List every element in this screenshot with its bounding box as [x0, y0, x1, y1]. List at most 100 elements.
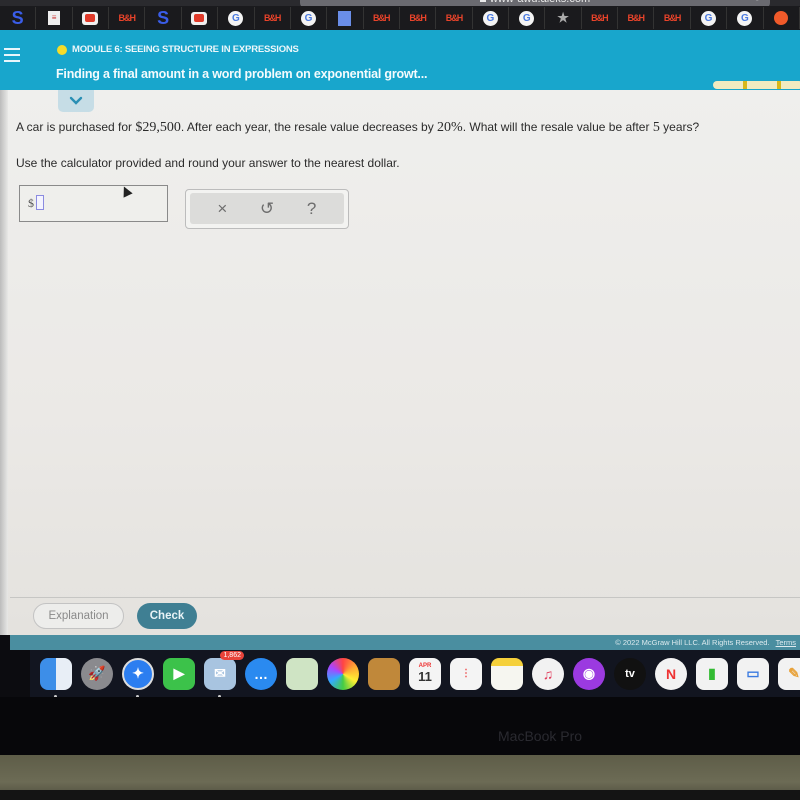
- instruction-text: Use the calculator provided and round yo…: [16, 156, 400, 170]
- bookmark-bh[interactable]: B&H: [109, 7, 146, 29]
- tv-icon: tv: [614, 657, 646, 690]
- bookmark-google[interactable]: G: [691, 7, 728, 29]
- bookmark-google[interactable]: G: [218, 7, 255, 29]
- help-button[interactable]: ?: [297, 195, 327, 223]
- google-icon: G: [301, 10, 317, 26]
- bookmark-youtube[interactable]: [182, 7, 219, 29]
- module-status-dot: [57, 44, 67, 55]
- google-icon: G: [737, 10, 753, 26]
- url-text: www-awu.aleks.com: [490, 0, 590, 5]
- dock-photos[interactable]: [325, 656, 361, 692]
- question-text: A car is purchased for $29,500. After ea…: [16, 120, 700, 135]
- dock-maps[interactable]: [284, 656, 320, 692]
- bh-icon: B&H: [663, 13, 681, 23]
- mail-app-icon: ✉: [204, 657, 236, 690]
- contacts-icon: [368, 657, 400, 690]
- copyright-text: © 2022 McGraw Hill LLC. All Rights Reser…: [615, 638, 770, 647]
- mail-badge: 1,862: [220, 650, 244, 660]
- laptop-edge: [0, 790, 800, 800]
- wm-icon: [338, 10, 352, 26]
- module-line: MODULE 6: SEEING STRUCTURE IN EXPRESSION…: [57, 44, 299, 55]
- check-button[interactable]: Check: [137, 603, 197, 629]
- dock-keynote[interactable]: ▭: [735, 656, 771, 692]
- bookmark-mail[interactable]: ≡: [36, 7, 73, 29]
- answer-entry-field[interactable]: [36, 195, 44, 210]
- dock-music[interactable]: ♫: [530, 656, 566, 692]
- dock-tv[interactable]: tv: [612, 656, 648, 692]
- explanation-button[interactable]: Explanation: [33, 603, 124, 629]
- reminders-icon: ⋮: [450, 657, 482, 690]
- bookmark-google[interactable]: G: [291, 7, 328, 29]
- bookmark-bh[interactable]: B&H: [654, 7, 691, 29]
- undo-button[interactable]: ↺: [252, 195, 282, 223]
- bookmark-youtube[interactable]: [73, 7, 110, 29]
- photos-icon: [327, 657, 359, 690]
- bookmark-s[interactable]: S: [0, 7, 37, 29]
- bookmarks-bar: S ≡ B&H S G B&H G B&H B&H B&H G G ★ B&H …: [0, 6, 800, 30]
- finder-icon: [40, 657, 72, 690]
- bookmark-bh[interactable]: B&H: [436, 7, 473, 29]
- google-icon: G: [519, 10, 535, 26]
- bookmark-google[interactable]: G: [509, 7, 546, 29]
- answer-input[interactable]: $: [19, 185, 168, 222]
- dock-calendar[interactable]: APR 11: [407, 656, 443, 692]
- bookmark-google[interactable]: G: [727, 7, 764, 29]
- dock-safari[interactable]: ✦: [120, 656, 156, 698]
- bookmark-reddit[interactable]: [764, 7, 800, 29]
- pages-icon: ✎: [778, 657, 800, 690]
- youtube-icon: [82, 11, 99, 25]
- google-icon: G: [228, 10, 244, 26]
- divider: [10, 597, 800, 598]
- dock-pages[interactable]: ✎: [776, 656, 800, 692]
- aleks-header: MODULE 6: SEEING STRUCTURE IN EXPRESSION…: [0, 30, 800, 90]
- bookmark-google[interactable]: G: [473, 7, 510, 29]
- dock-messages[interactable]: …: [243, 656, 279, 692]
- google-icon: G: [482, 10, 498, 26]
- menu-icon[interactable]: [4, 48, 20, 62]
- dock-mail[interactable]: ✉ 1,862: [202, 650, 244, 698]
- bookmark-bh[interactable]: B&H: [400, 7, 437, 29]
- bookmark-bh[interactable]: B&H: [255, 7, 291, 29]
- s-icon: S: [11, 7, 24, 28]
- podcasts-icon: ◉: [573, 657, 605, 690]
- collapse-toggle[interactable]: [58, 90, 94, 112]
- messages-icon: …: [245, 657, 277, 690]
- dock-facetime[interactable]: ▶: [161, 656, 197, 692]
- footer: © 2022 McGraw Hill LLC. All Rights Reser…: [10, 635, 800, 650]
- laptop-bezel: [0, 697, 800, 755]
- bookmark-bh[interactable]: B&H: [364, 7, 400, 29]
- mail-icon: ≡: [48, 11, 61, 25]
- dock-launchpad[interactable]: 🚀: [79, 656, 115, 692]
- bh-icon: B&H: [118, 13, 136, 23]
- dock-reminders[interactable]: ⋮: [448, 656, 484, 692]
- dock-contacts[interactable]: [366, 656, 402, 692]
- dock-numbers[interactable]: ▮: [694, 656, 730, 692]
- bookmark-star[interactable]: ★: [545, 7, 582, 29]
- notes-icon: [491, 657, 523, 690]
- answer-tools: × ↺ ?: [185, 189, 349, 229]
- bh-icon: B&H: [409, 13, 426, 23]
- progress-marker: [777, 81, 781, 89]
- decrease-rate: 20%: [437, 120, 463, 135]
- lock-icon: [479, 0, 486, 3]
- bookmark-bh[interactable]: B&H: [618, 7, 655, 29]
- launchpad-icon: 🚀: [81, 657, 113, 690]
- topic-progress-bar: [713, 81, 800, 89]
- bookmark-wm[interactable]: [327, 7, 364, 29]
- terms-link[interactable]: Terms: [776, 638, 796, 647]
- dock-notes[interactable]: [489, 656, 525, 692]
- maps-icon: [286, 657, 318, 690]
- left-edge: [0, 90, 8, 635]
- dock-podcasts[interactable]: ◉: [571, 656, 607, 692]
- module-title: MODULE 6: SEEING STRUCTURE IN EXPRESSION…: [72, 44, 299, 55]
- dock-finder[interactable]: [38, 656, 74, 698]
- s-icon: S: [157, 7, 170, 28]
- calendar-icon: APR 11: [409, 657, 441, 690]
- purchase-price: $29,500: [135, 120, 181, 135]
- years: 5: [652, 120, 660, 135]
- bookmark-bh[interactable]: B&H: [582, 7, 619, 29]
- clear-button[interactable]: ×: [207, 195, 237, 223]
- bookmark-s[interactable]: S: [145, 7, 182, 29]
- reload-icon[interactable]: ↻: [752, 0, 762, 3]
- dock-news[interactable]: N: [653, 656, 689, 692]
